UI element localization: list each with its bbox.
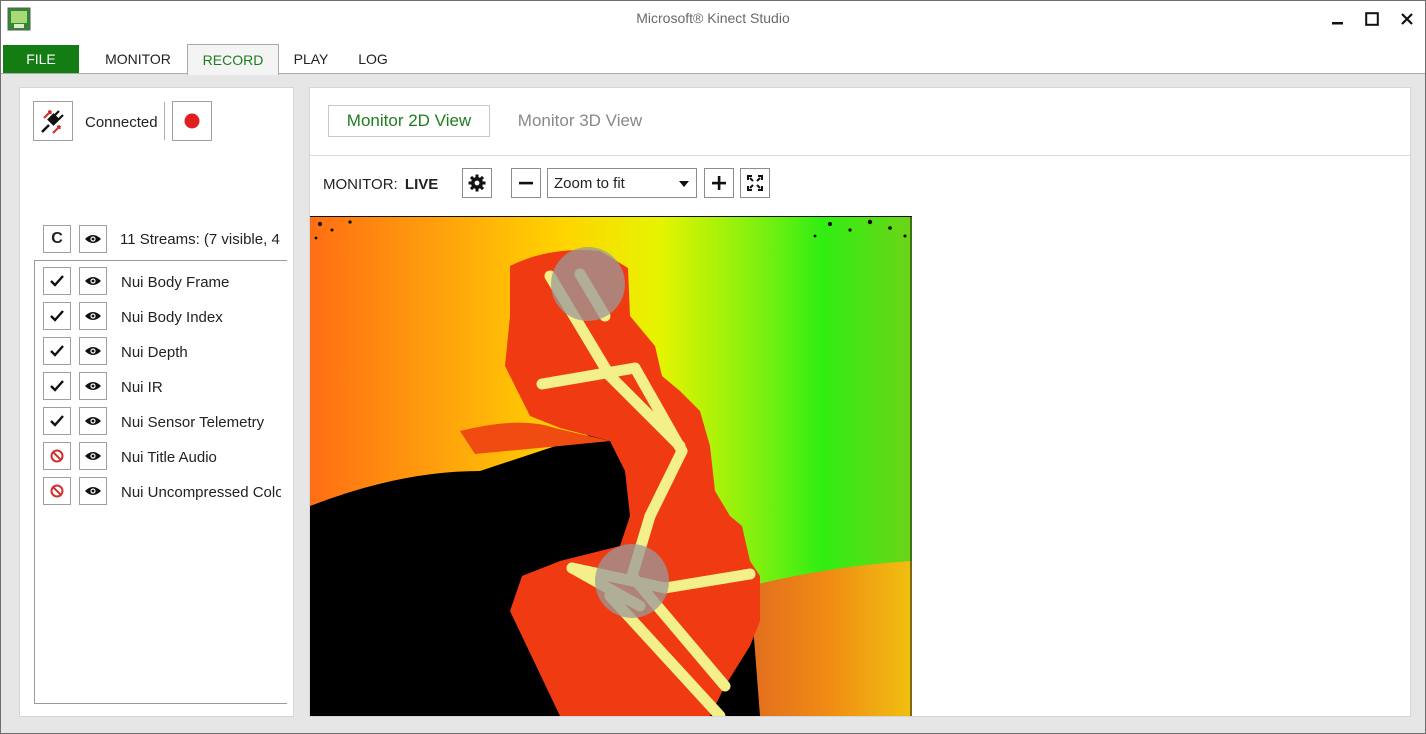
stream-row-body-index: Nui Body Index (35, 300, 285, 335)
stream-name: Nui Sensor Telemetry (121, 414, 265, 431)
monitor-status: MONITOR: LIVE (323, 176, 438, 193)
menu-bar: FILE MONITOR RECORD PLAY LOG (1, 37, 1425, 75)
zoom-dropdown[interactable]: Zoom to fit (547, 168, 697, 198)
stream-visibility-toggle[interactable] (79, 407, 107, 435)
close-icon (1401, 13, 1413, 25)
streams-summary: 11 Streams: (7 visible, 4 l (120, 231, 282, 248)
stream-record-toggle[interactable] (43, 372, 71, 400)
monitor-panel: Monitor 2D View Monitor 3D View MONITOR:… (309, 87, 1411, 717)
record-dot-icon (184, 113, 200, 129)
stream-row-ir: Nui IR (35, 370, 285, 405)
menu-tab-record[interactable]: RECORD (187, 44, 279, 75)
clear-streams-label: C (51, 230, 63, 247)
checkmark-icon (50, 275, 64, 287)
stream-record-toggle[interactable] (43, 337, 71, 365)
stream-visibility-toggle[interactable] (79, 267, 107, 295)
stream-row-uncompressed-color: Nui Uncompressed Colo (35, 475, 285, 510)
depth-floor (740, 561, 912, 716)
prohibited-icon (50, 484, 64, 498)
minus-icon (519, 181, 533, 185)
maximize-icon (1365, 12, 1379, 26)
fullscreen-button[interactable] (740, 168, 770, 198)
stream-name: Nui Depth (121, 344, 188, 361)
eye-icon (85, 417, 101, 425)
minimize-icon (1332, 22, 1343, 25)
stream-record-toggle[interactable] (43, 407, 71, 435)
toggle-all-visibility-button[interactable] (79, 225, 107, 253)
menu-file[interactable]: FILE (3, 45, 79, 73)
zoom-out-button[interactable] (511, 168, 541, 198)
stream-record-toggle[interactable] (43, 267, 71, 295)
stream-record-toggle[interactable] (43, 477, 71, 505)
menu-tab-monitor[interactable]: MONITOR (91, 44, 185, 74)
checkmark-icon (50, 415, 64, 427)
monitor-live-state: LIVE (404, 176, 439, 193)
eye-icon (85, 347, 101, 355)
stream-record-toggle[interactable] (43, 442, 71, 470)
eye-icon (85, 382, 101, 390)
connect-button[interactable] (33, 101, 73, 141)
tab-monitor-2d-view[interactable]: Monitor 2D View (328, 105, 490, 137)
eye-icon (85, 277, 101, 285)
settings-button[interactable] (462, 168, 492, 198)
stream-visibility-toggle[interactable] (79, 302, 107, 330)
plug-connect-icon (41, 110, 64, 134)
stream-name: Nui IR (121, 379, 163, 396)
clear-streams-button[interactable]: C (43, 225, 71, 253)
checkmark-icon (50, 345, 64, 357)
title-bar: Microsoft® Kinect Studio (1, 1, 1425, 37)
record-button[interactable] (172, 101, 212, 141)
zoom-value: Zoom to fit (554, 174, 625, 192)
skeleton-head-joint (551, 247, 625, 321)
stream-visibility-toggle[interactable] (79, 477, 107, 505)
eye-icon (85, 312, 101, 320)
plus-icon (712, 176, 726, 190)
eye-icon (85, 235, 101, 243)
toolbar-divider (164, 102, 165, 140)
skeleton-hip-joint (595, 544, 669, 618)
stream-visibility-toggle[interactable] (79, 372, 107, 400)
stream-row-depth: Nui Depth (35, 335, 285, 370)
streams-panel: Connected C 11 Streams: (7 visible, 4 l … (19, 87, 294, 717)
window-title: Microsoft® Kinect Studio (636, 10, 790, 26)
gear-icon (468, 174, 486, 192)
app-window: Microsoft® Kinect Studio FILE MONITOR RE… (0, 0, 1426, 734)
menu-tab-play[interactable]: PLAY (283, 44, 339, 74)
stream-list: Nui Body Frame Nui Body Index Nui Depth … (34, 260, 287, 704)
stream-row-body-frame: Nui Body Frame (35, 265, 285, 300)
stream-row-title-audio: Nui Title Audio (35, 440, 285, 475)
stream-name: Nui Uncompressed Colo (121, 484, 281, 501)
checkmark-icon (50, 380, 64, 392)
chevron-down-icon (679, 181, 689, 187)
stream-name: Nui Body Frame (121, 274, 230, 291)
stream-row-sensor-telemetry: Nui Sensor Telemetry (35, 405, 285, 440)
stream-record-toggle[interactable] (43, 302, 71, 330)
stream-visibility-toggle[interactable] (79, 442, 107, 470)
stream-name: Nui Body Index (121, 309, 223, 326)
depth-stream-view[interactable] (310, 216, 912, 716)
view-tabs-divider (310, 155, 1410, 156)
close-button[interactable] (1392, 7, 1422, 31)
fullscreen-icon (747, 175, 763, 191)
zoom-in-button[interactable] (704, 168, 734, 198)
menu-tab-log[interactable]: LOG (349, 44, 397, 74)
stream-visibility-toggle[interactable] (79, 337, 107, 365)
eye-icon (85, 452, 101, 460)
checkmark-icon (50, 310, 64, 322)
tab-monitor-3d-view[interactable]: Monitor 3D View (510, 105, 650, 137)
prohibited-icon (50, 449, 64, 463)
eye-icon (85, 487, 101, 495)
maximize-button[interactable] (1357, 7, 1387, 31)
monitor-label: MONITOR: (323, 176, 398, 193)
connection-status: Connected (85, 114, 158, 131)
stream-name: Nui Title Audio (121, 449, 217, 466)
minimize-button[interactable] (1323, 7, 1353, 31)
